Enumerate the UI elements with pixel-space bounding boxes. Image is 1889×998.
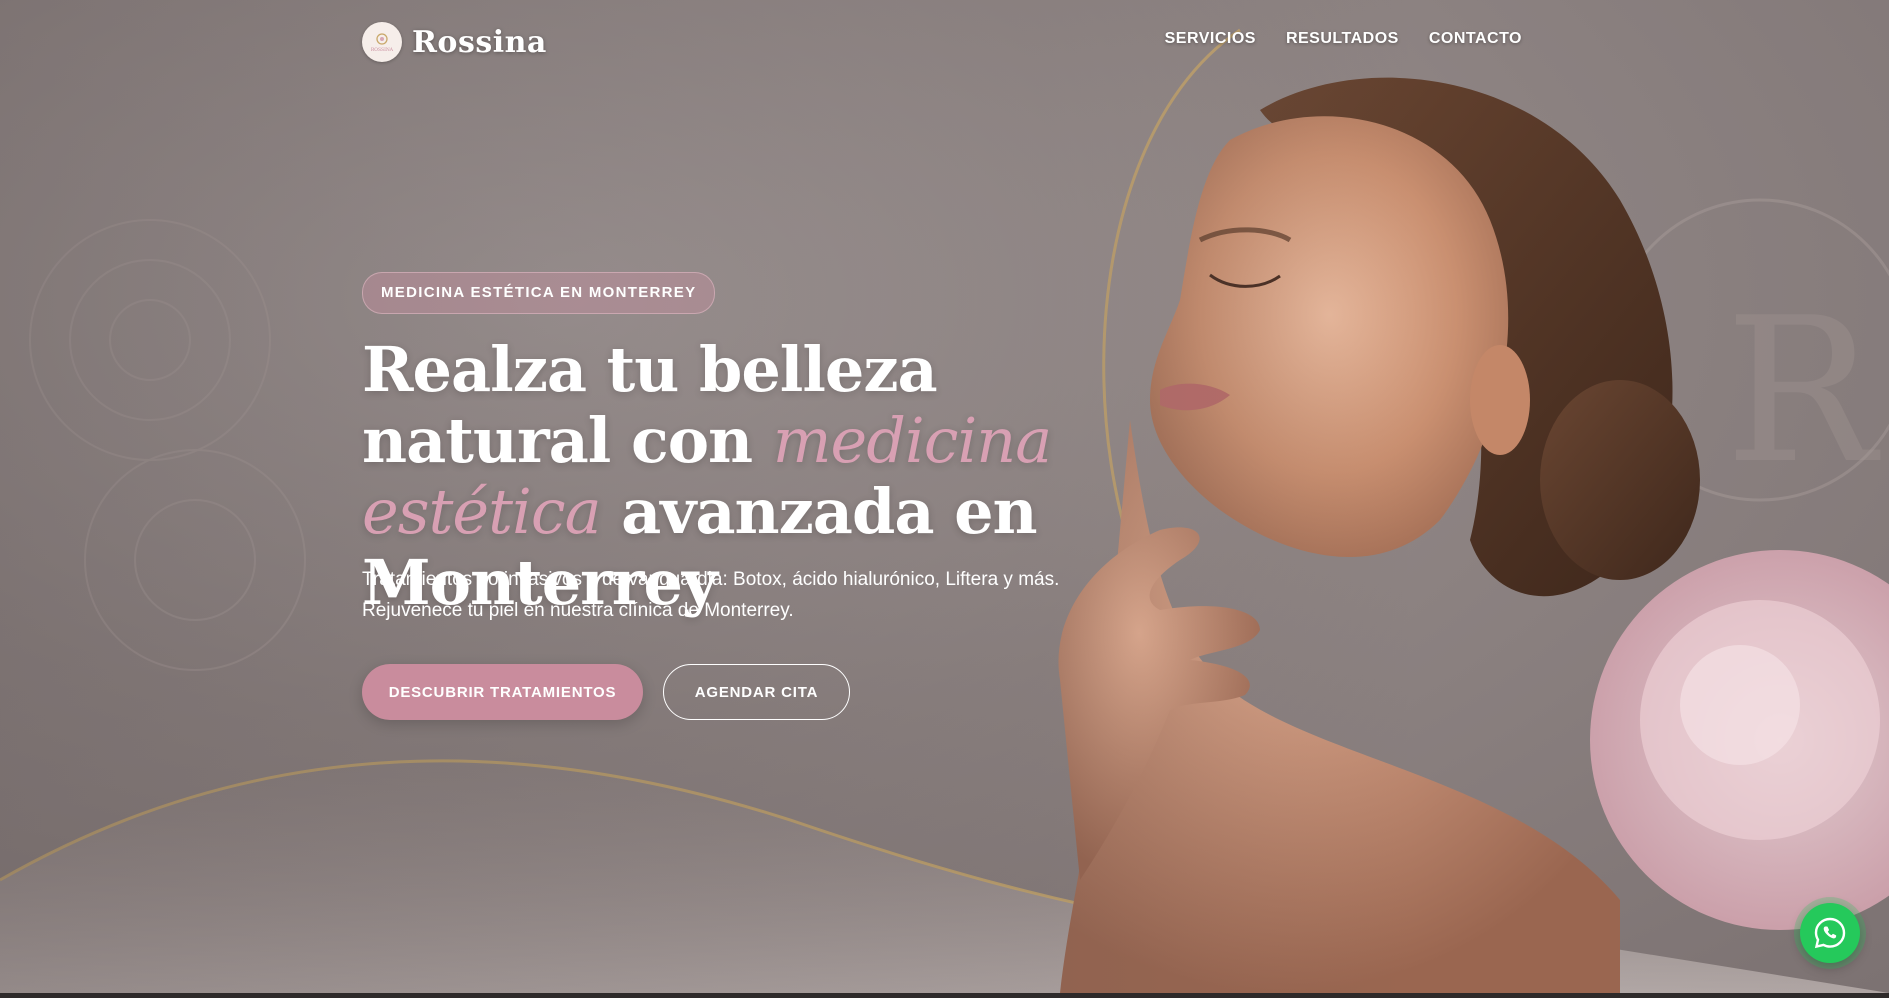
hero-subtitle: Tratamientos no invasivos y de vanguardi… xyxy=(362,569,1060,621)
discover-treatments-button[interactable]: DESCUBRIR TRATAMIENTOS xyxy=(362,664,643,720)
main-nav: SERVICIOS RESULTADOS CONTACTO xyxy=(1165,30,1522,48)
rose-logo-icon: ROSSINA xyxy=(362,22,402,62)
nav-item-servicios[interactable]: SERVICIOS xyxy=(1165,30,1256,48)
whatsapp-icon xyxy=(1814,917,1846,949)
nav-item-contacto[interactable]: CONTACTO xyxy=(1429,30,1522,48)
nav-item-resultados[interactable]: RESULTADOS xyxy=(1286,30,1399,48)
site-header: ROSSINA Rossina SERVICIOS RESULTADOS CON… xyxy=(362,20,1522,64)
svg-text:ROSSINA: ROSSINA xyxy=(371,47,394,53)
whatsapp-button[interactable] xyxy=(1800,903,1860,963)
book-appointment-button[interactable]: AGENDAR CITA xyxy=(663,664,850,720)
brand-logo[interactable]: ROSSINA Rossina xyxy=(362,22,547,62)
hero-badge: MEDICINA ESTÉTICA EN MONTERREY xyxy=(362,272,716,314)
bottom-strip xyxy=(0,993,1889,998)
brand-name: Rossina xyxy=(412,24,547,60)
hero-section: ROSSINA Rossina SERVICIOS RESULTADOS CON… xyxy=(0,0,1889,993)
